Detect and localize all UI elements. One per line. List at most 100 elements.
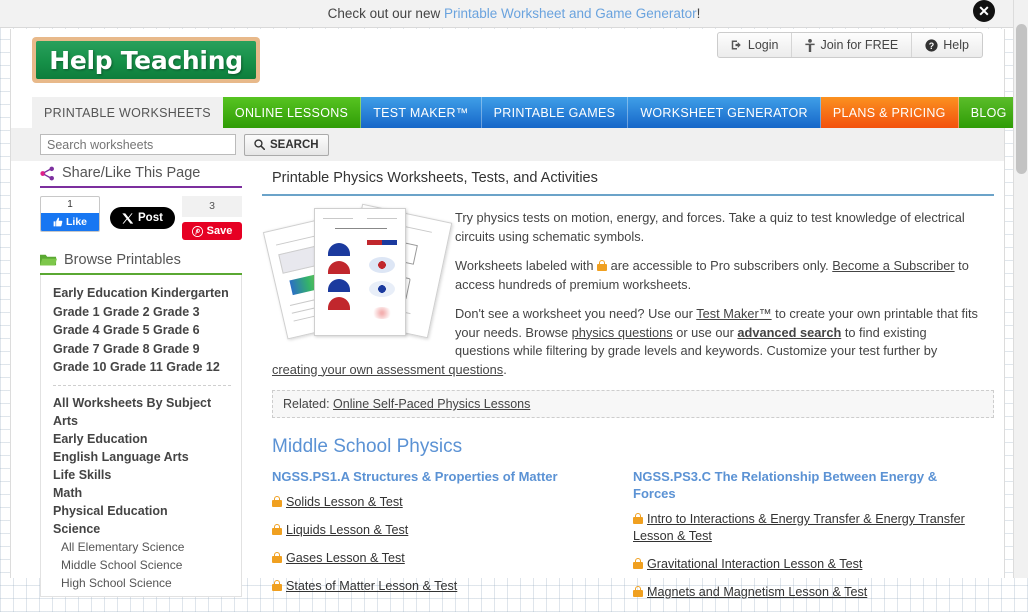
lesson-column-heading[interactable]: NGSS.PS3.C The Relationship Between Ener… [633,468,982,502]
sidebar-item-physical-education[interactable]: Physical Education [53,502,241,520]
lesson-item: Magnets and Magnetism Lesson & Test [633,584,982,601]
x-post-label: Post [138,212,163,224]
lesson-link[interactable]: Gravitational Interaction Lesson & Test [647,557,862,571]
pinterest-save-button[interactable]: Save [182,222,242,240]
person-icon [805,38,816,52]
nav-tab-printable-worksheets[interactable]: PRINTABLE WORKSHEETS [32,97,223,128]
sidebar-item-math[interactable]: Math [53,484,241,502]
lesson-column-heading[interactable]: NGSS.PS1.A Structures & Properties of Ma… [272,468,621,485]
help-label: Help [943,38,969,52]
physics-questions-link[interactable]: physics questions [572,325,673,340]
promo-suffix: ! [696,6,701,21]
thumbs-up-icon [53,217,63,227]
login-button[interactable]: Login [718,33,793,57]
sidebar-item-life-skills[interactable]: Life Skills [53,466,241,484]
lesson-link[interactable]: Solids Lesson & Test [286,495,403,509]
search-bar: SEARCH [11,128,1004,161]
logo-board: Help Teaching [36,41,256,79]
lesson-item: Liquids Lesson & Test [272,522,621,539]
facebook-like-label: Like [65,216,87,228]
nav-tab-plans-pricing[interactable]: PLANS & PRICING [820,97,959,128]
lesson-item: Solids Lesson & Test [272,494,621,511]
main-panel: Printable Physics Worksheets, Tests, and… [262,165,1004,612]
search-button-label: SEARCH [270,138,319,151]
sidebar-item-middle-school-science[interactable]: Middle School Science [53,556,241,574]
create-assessment-questions-link[interactable]: creating your own assessment questions [272,362,503,377]
p3-e: . [503,361,507,377]
join-button[interactable]: Join for FREE [792,33,913,57]
help-button[interactable]: ? Help [912,33,982,57]
share-panel: Share/Like This Page 1 Like Post 3 Save [40,165,242,240]
grade-line[interactable]: Grade 10 Grade 11 Grade 12 [53,358,241,377]
search-icon [254,139,265,150]
sidebar-item-early-education[interactable]: Early Education [53,430,241,448]
p3-a: Don't see a worksheet you need? Use our [455,306,697,321]
sidebar-item-arts[interactable]: Arts [53,412,241,430]
lesson-column-ps1a: NGSS.PS1.A Structures & Properties of Ma… [272,468,633,612]
lock-icon [597,260,608,271]
pinterest-icon [191,225,203,237]
become-subscriber-link[interactable]: Become a Subscriber [832,258,954,273]
p2-before: Worksheets labeled with [455,258,598,273]
grade-line[interactable]: Grade 4 Grade 5 Grade 6 [53,321,241,340]
lesson-columns: NGSS.PS1.A Structures & Properties of Ma… [272,468,994,612]
promo-banner: Check out our new Printable Worksheet an… [0,0,1028,28]
lesson-item: Gases Lesson & Test [272,550,621,567]
test-maker-link[interactable]: Test Maker™ [696,306,771,321]
pinterest-save-label: Save [206,225,233,237]
related-link[interactable]: Online Self-Paced Physics Lessons [333,397,530,411]
nav-tab-blog[interactable]: BLOG [958,97,1019,128]
grade-line[interactable]: Grade 1 Grade 2 Grade 3 [53,303,241,322]
lesson-link[interactable]: Intro to Interactions & Energy Transfer … [633,512,965,543]
lesson-item: States of Matter Lesson & Test [272,578,621,595]
page-shell: Help Teaching Login Join for FREE ? Help… [10,29,1019,599]
lock-icon [633,586,643,597]
lesson-link[interactable]: States of Matter Lesson & Test [286,579,457,593]
site-header: Help Teaching Login Join for FREE ? Help [11,29,1004,97]
browse-panel: Browse Printables Early Education Kinder… [40,252,242,597]
join-label: Join for FREE [820,38,899,52]
page-title: Printable Physics Worksheets, Tests, and… [262,165,994,196]
nav-tab-printable-games[interactable]: PRINTABLE GAMES [481,97,629,128]
share-icon [40,166,54,180]
lesson-link[interactable]: Liquids Lesson & Test [286,523,408,537]
nav-tab-test-maker[interactable]: TEST MAKER™ [361,97,482,128]
lesson-link[interactable]: Gases Lesson & Test [286,551,405,565]
search-button[interactable]: SEARCH [244,133,329,156]
advanced-search-link[interactable]: advanced search [737,325,841,340]
page-scrollbar[interactable] [1013,0,1028,578]
p2-mid: are accessible to Pro subscribers only. [607,258,833,273]
browse-links-box: Early Education Kindergarten Grade 1 Gra… [40,275,242,597]
main-navigation: PRINTABLE WORKSHEETS ONLINE LESSONS TEST… [11,97,1019,128]
close-icon[interactable]: ✕ [973,0,995,22]
site-logo[interactable]: Help Teaching [32,37,260,83]
sidebar-divider [53,384,231,386]
sidebar-item-english-language-arts[interactable]: English Language Arts [53,448,241,466]
lesson-link[interactable]: Magnets and Magnetism Lesson & Test [647,585,867,599]
pinterest-count: 3 [182,196,242,217]
share-panel-header: Share/Like This Page [40,165,242,188]
sidebar-item-all-worksheets-by-subject[interactable]: All Worksheets By Subject [53,394,241,412]
sidebar-item-high-school-science[interactable]: High School Science [53,574,241,592]
logo-text: Help Teaching [49,45,243,75]
nav-tab-online-lessons[interactable]: ONLINE LESSONS [222,97,362,128]
grade-line[interactable]: Grade 7 Grade 8 Grade 9 [53,340,241,359]
lock-icon [272,524,282,535]
sidebar-item-all-elementary-science[interactable]: All Elementary Science [53,538,241,556]
browse-panel-header: Browse Printables [40,252,242,275]
social-buttons-row: 1 Like Post 3 Save [40,196,242,240]
sidebar: Share/Like This Page 1 Like Post 3 Save … [40,165,242,609]
grade-line[interactable]: Early Education Kindergarten [53,284,241,303]
pinterest-widget: 3 Save [182,196,242,240]
lock-icon [272,552,282,563]
search-input[interactable] [40,134,236,155]
scrollbar-thumb[interactable] [1016,24,1027,174]
sidebar-item-science[interactable]: Science [53,520,241,538]
share-panel-title: Share/Like This Page [62,165,201,181]
nav-tab-worksheet-generator[interactable]: WORKSHEET GENERATOR [628,97,821,128]
promo-link[interactable]: Printable Worksheet and Game Generator [444,6,697,21]
worksheet-thumbnail[interactable] [262,203,453,346]
facebook-like-widget[interactable]: 1 Like [40,196,100,232]
x-post-button[interactable]: Post [110,207,175,229]
facebook-like-button[interactable]: Like [41,213,99,231]
